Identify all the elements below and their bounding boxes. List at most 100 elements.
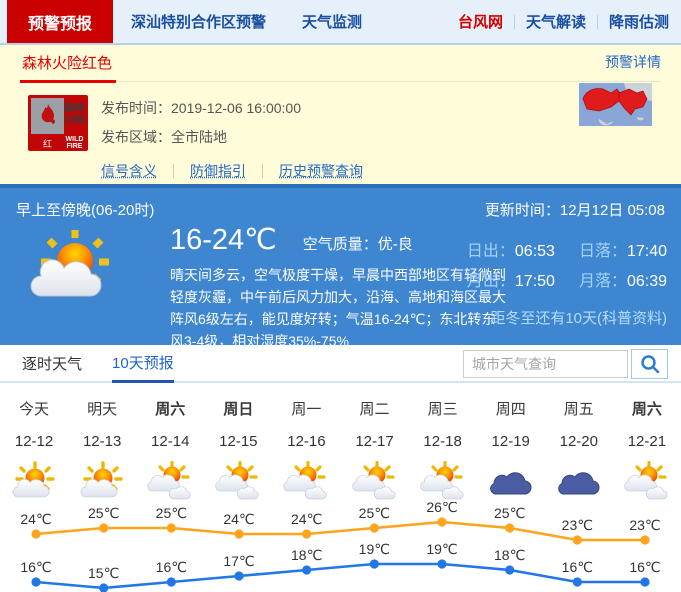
nav-tab-warning-forecast[interactable]: 预警预报: [7, 0, 113, 43]
day-date: 12-15: [204, 433, 272, 450]
top-nav: 预警预报 深汕特别合作区预警 天气监测 台风网 天气解读 降雨估测: [0, 0, 681, 45]
update-time: 更新时间：12月12日 05:08: [485, 199, 665, 220]
typhoon-net-link[interactable]: 台风网: [458, 11, 503, 32]
flame-icon: [31, 98, 64, 134]
svg-text:25℃: 25℃: [88, 505, 119, 521]
history-warning-link[interactable]: 历史预警查询: [279, 161, 363, 181]
cloudy-sun-icon: [352, 461, 398, 501]
day-weather-icon: [0, 460, 68, 502]
svg-text:18℃: 18℃: [291, 547, 322, 563]
wildfire-warning-badge: 森林 火险 红 WILD FIRE: [28, 95, 88, 151]
publish-area-label: 发布区域：: [101, 129, 171, 145]
weather-explain-link[interactable]: 天气解读: [526, 11, 586, 32]
divider: [514, 15, 515, 29]
forecast-day-column: 周六 12-14: [136, 398, 204, 502]
warning-links: 信号含义 防御指引 历史预警查询: [101, 161, 363, 181]
svg-text:15℃: 15℃: [88, 565, 119, 581]
forecast-days: 今天 12-12 明天 12-13 周六 12-14 周日 12: [0, 383, 681, 502]
forecast-period: 早上至傍晚(06-20时): [16, 199, 154, 220]
day-date: 12-17: [340, 433, 408, 450]
forecast-day-column: 明天 12-13: [68, 398, 136, 502]
warning-info: 发布时间：2019-12-06 16:00:00 发布区域：全市陆地 信号含义 …: [101, 95, 363, 181]
warning-header: 森林火险红色 预警详情: [20, 45, 661, 82]
cloudy-sun-icon: [215, 461, 261, 501]
svg-text:26℃: 26℃: [426, 502, 457, 515]
temperature-range: 16-24℃: [170, 222, 277, 257]
cloudy-sun-icon: [283, 461, 329, 501]
nav-tab-weather-monitor[interactable]: 天气监测: [284, 0, 380, 43]
air-quality-label: 空气质量：: [303, 233, 378, 254]
current-weather-section: 早上至傍晚(06-20时) 更新时间：12月12日 05:08 16-24℃ 空…: [0, 184, 681, 345]
day-date: 12-21: [613, 433, 681, 450]
day-weather-icon: [340, 460, 408, 502]
day-label: 周三: [409, 398, 477, 419]
svg-text:17℃: 17℃: [223, 553, 254, 569]
day-date: 12-13: [68, 433, 136, 450]
signal-meaning-link[interactable]: 信号含义: [101, 161, 157, 181]
defense-guide-link[interactable]: 防御指引: [190, 161, 246, 181]
tab-hourly-weather[interactable]: 逐时天气: [22, 345, 82, 381]
warning-detail-link[interactable]: 预警详情: [605, 52, 661, 81]
day-weather-icon: [272, 460, 340, 502]
cloudy-sun-icon: [147, 461, 193, 501]
day-weather-icon: [545, 460, 613, 502]
search-icon: [640, 354, 660, 374]
divider: [262, 164, 263, 178]
temperature-chart-wrap: 24℃25℃25℃24℃24℃25℃26℃25℃23℃23℃16℃15℃16℃1…: [0, 502, 681, 592]
nav-right-links: 台风网 天气解读 降雨估测: [458, 0, 681, 43]
svg-text:16℃: 16℃: [562, 559, 593, 575]
warning-body: 森林 火险 红 WILD FIRE 发布时间：2019-12-06 16:00:…: [20, 82, 661, 181]
day-label: 周四: [477, 398, 545, 419]
cloudy-sun-icon: [420, 461, 466, 501]
svg-text:23℃: 23℃: [629, 517, 660, 533]
day-label: 今天: [0, 398, 68, 419]
day-label: 周一: [272, 398, 340, 419]
winter-solstice-note: 距冬至还有10天(科普资料): [490, 307, 667, 328]
weather-description: 晴天间多云，空气极度干燥，早晨中西部地区有轻微到轻度灰霾，中午前后风力加大，沿海…: [170, 264, 508, 352]
badge-level-text: 红: [31, 137, 64, 150]
partly-sunny-icon: [79, 461, 125, 501]
publish-time-label: 发布时间：: [101, 100, 171, 116]
svg-text:25℃: 25℃: [494, 505, 525, 521]
svg-text:23℃: 23℃: [562, 517, 593, 533]
day-weather-icon: [477, 460, 545, 502]
day-date: 12-20: [545, 433, 613, 450]
day-weather-icon: [68, 460, 136, 502]
svg-text:19℃: 19℃: [426, 541, 457, 557]
day-date: 12-18: [409, 433, 477, 450]
badge-english-text: WILD FIRE: [64, 136, 85, 150]
day-date: 12-19: [477, 433, 545, 450]
divider: [597, 15, 598, 29]
forecast-tabs-row: 逐时天气 10天预报: [0, 345, 681, 383]
forecast-day-column: 今天 12-12: [0, 398, 68, 502]
day-weather-icon: [204, 460, 272, 502]
svg-text:25℃: 25℃: [156, 505, 187, 521]
overcast-cloud-icon: [488, 461, 534, 501]
day-weather-icon: [136, 460, 204, 502]
cloudy-sun-icon: [624, 461, 670, 501]
city-search-input[interactable]: [463, 350, 628, 378]
search-button[interactable]: [631, 349, 668, 379]
svg-text:16℃: 16℃: [629, 559, 660, 575]
day-label: 周五: [545, 398, 613, 419]
weather-page: 预警预报 深汕特别合作区预警 天气监测 台风网 天气解读 降雨估测 森林火险红色…: [0, 0, 681, 592]
svg-text:16℃: 16℃: [156, 559, 187, 575]
forecast-day-column: 周三 12-18: [409, 398, 477, 502]
day-weather-icon: [613, 460, 681, 502]
shenzhen-warning-map: [579, 83, 652, 131]
tab-ten-day-forecast[interactable]: 10天预报: [112, 345, 174, 383]
day-label: 周六: [613, 398, 681, 419]
rain-estimate-link[interactable]: 降雨估测: [609, 11, 669, 32]
nav-tab-shenshan-warning[interactable]: 深汕特别合作区预警: [113, 0, 284, 43]
warning-title[interactable]: 森林火险红色: [20, 52, 116, 83]
forecast-day-column: 周日 12-15: [204, 398, 272, 502]
forecast-day-column: 周五 12-20: [545, 398, 613, 502]
publish-time-value: 2019-12-06 16:00:00: [171, 100, 301, 116]
divider: [173, 164, 174, 178]
fire-warning-section: 森林火险红色 预警详情 森林 火险 红 W: [0, 45, 681, 184]
forecast-day-column: 周四 12-19: [477, 398, 545, 502]
svg-text:24℃: 24℃: [291, 511, 322, 527]
day-label: 周日: [204, 398, 272, 419]
day-label: 明天: [68, 398, 136, 419]
forecast-day-column: 周二 12-17: [340, 398, 408, 502]
